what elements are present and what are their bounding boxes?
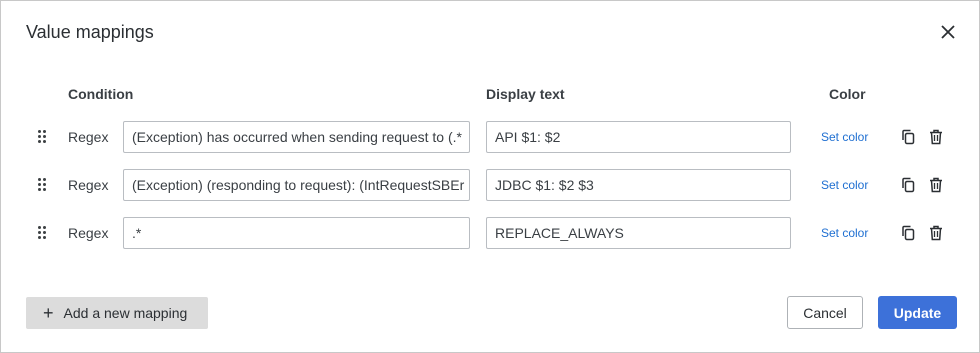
set-color-link[interactable]: Set color (821, 226, 868, 240)
dialog-title: Value mappings (26, 22, 154, 42)
value-mappings-dialog: Value mappings Condition Display text Co… (0, 0, 980, 353)
header-condition: Condition (68, 86, 134, 102)
header-display-text: Display text (486, 86, 565, 102)
trash-icon[interactable] (927, 224, 945, 242)
drag-handle-icon[interactable] (36, 129, 48, 145)
copy-icon[interactable] (899, 176, 917, 194)
close-icon[interactable] (936, 20, 960, 44)
copy-icon[interactable] (899, 224, 917, 242)
mapping-row: Regex (Exception) (responding to request… (1, 169, 980, 201)
display-text-input[interactable]: JDBC $1: $2 $3 (486, 169, 791, 201)
condition-input[interactable]: .* (123, 217, 470, 249)
update-button[interactable]: Update (878, 296, 957, 329)
condition-input[interactable]: (Exception) (responding to request): (In… (123, 169, 470, 201)
mapping-type: Regex (68, 225, 109, 241)
display-text-input[interactable]: API $1: $2 (486, 121, 791, 153)
copy-icon[interactable] (899, 128, 917, 146)
set-color-link[interactable]: Set color (821, 178, 868, 192)
trash-icon[interactable] (927, 128, 945, 146)
condition-input[interactable]: (Exception) has occurred when sending re… (123, 121, 470, 153)
plus-icon: + (43, 303, 54, 323)
add-mapping-button[interactable]: + Add a new mapping (26, 297, 208, 329)
drag-handle-icon[interactable] (36, 177, 48, 193)
mapping-type: Regex (68, 177, 109, 193)
mapping-row: Regex (Exception) has occurred when send… (1, 121, 980, 153)
drag-handle-icon[interactable] (36, 225, 48, 241)
add-mapping-label: Add a new mapping (63, 305, 188, 321)
header-color: Color (829, 86, 866, 102)
set-color-link[interactable]: Set color (821, 130, 868, 144)
trash-icon[interactable] (927, 176, 945, 194)
cancel-button[interactable]: Cancel (787, 296, 863, 329)
mapping-type: Regex (68, 129, 109, 145)
display-text-input[interactable]: REPLACE_ALWAYS (486, 217, 791, 249)
mapping-row: Regex .* REPLACE_ALWAYS Set color (1, 217, 980, 249)
